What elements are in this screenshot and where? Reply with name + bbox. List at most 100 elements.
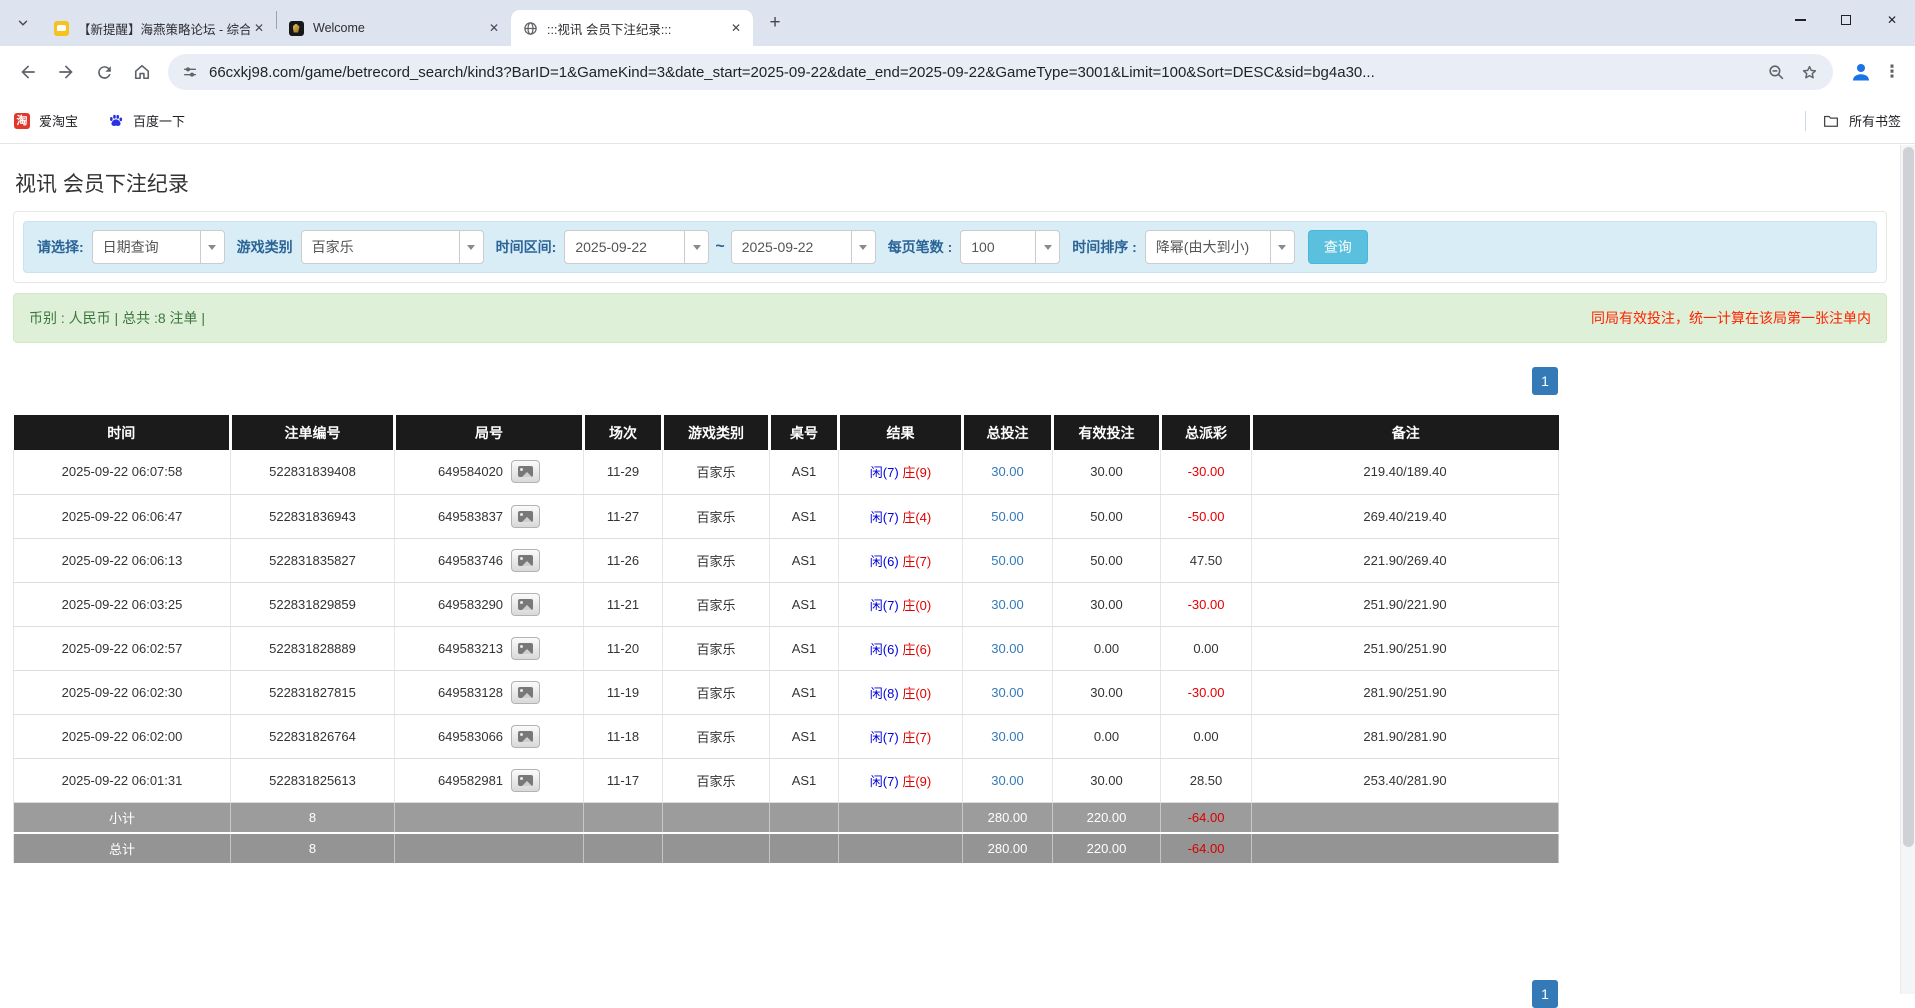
globe-icon bbox=[522, 20, 538, 36]
column-header: 桌号 bbox=[770, 415, 839, 450]
table-header-row: 时间注单编号局号场次游戏类别桌号结果总投注有效投注总派彩备注 bbox=[14, 415, 1559, 450]
scrollbar-thumb[interactable] bbox=[1903, 147, 1914, 847]
cell-game: 百家乐 bbox=[663, 758, 770, 802]
profile-button[interactable] bbox=[1843, 54, 1879, 90]
footer-label: 总计 bbox=[14, 833, 231, 864]
bookmark-star-icon[interactable] bbox=[1800, 63, 1819, 82]
per-page-select[interactable]: 100 bbox=[960, 230, 1060, 264]
cell-session: 11-20 bbox=[584, 626, 663, 670]
cell-round: 649583290 bbox=[395, 582, 584, 626]
cell-total-bet[interactable]: 30.00 bbox=[963, 450, 1053, 494]
scrollbar-track[interactable] bbox=[1900, 145, 1915, 994]
query-button[interactable]: 查询 bbox=[1308, 230, 1368, 264]
cell-total-bet[interactable]: 30.00 bbox=[963, 758, 1053, 802]
cell-round: 649584020 bbox=[395, 450, 584, 494]
back-icon bbox=[18, 62, 38, 82]
reload-button[interactable] bbox=[86, 54, 122, 90]
cell-round: 649583128 bbox=[395, 670, 584, 714]
round-image-button[interactable] bbox=[511, 460, 540, 483]
zoom-icon[interactable] bbox=[1767, 63, 1786, 82]
forward-button[interactable] bbox=[48, 54, 84, 90]
all-bookmarks-button[interactable]: 所有书签 bbox=[1805, 111, 1901, 131]
cell-bet-id: 522831827815 bbox=[231, 670, 395, 714]
cell-total-bet[interactable]: 50.00 bbox=[963, 494, 1053, 538]
close-icon[interactable]: ✕ bbox=[727, 19, 745, 37]
page-title: 视讯 会员下注纪录 bbox=[13, 144, 1887, 211]
tab-title: 【新提醒】海燕策略论坛 - 综合 bbox=[78, 19, 250, 38]
round-image-button[interactable] bbox=[511, 769, 540, 792]
tab-forum[interactable]: 【新提醒】海燕策略论坛 - 综合 ✕ bbox=[42, 10, 276, 46]
game-category-select[interactable]: 百家乐 bbox=[301, 230, 484, 264]
round-image-button[interactable] bbox=[511, 725, 540, 748]
cell-total-bet[interactable]: 30.00 bbox=[963, 714, 1053, 758]
bookmarks-bar: 淘 爱淘宝 百度一下 所有书签 bbox=[0, 98, 1915, 144]
menu-button[interactable]: ⋮ bbox=[1879, 54, 1905, 90]
footer-empty-cell bbox=[839, 833, 963, 864]
cell-result: 闲(6) 庄(7) bbox=[839, 538, 963, 582]
round-image-button[interactable] bbox=[511, 637, 540, 660]
back-button[interactable] bbox=[10, 54, 46, 90]
image-icon bbox=[518, 555, 533, 566]
minimize-button[interactable] bbox=[1777, 0, 1823, 40]
page-1-button[interactable]: 1 bbox=[1532, 367, 1558, 395]
tab-strip: 【新提醒】海燕策略论坛 - 综合 ✕ Welcome ✕ :::视讯 会员下注纪… bbox=[0, 0, 1915, 46]
cell-result: 闲(7) 庄(9) bbox=[839, 450, 963, 494]
sort-value: 降幂(由大到小) bbox=[1146, 231, 1270, 263]
footer-empty-cell bbox=[663, 833, 770, 864]
page-1-button-bottom[interactable]: 1 bbox=[1532, 980, 1558, 1008]
date-range-label: 时间区间: bbox=[496, 237, 557, 257]
footer-empty-cell bbox=[839, 802, 963, 833]
close-icon[interactable]: ✕ bbox=[485, 19, 503, 37]
url-bar[interactable]: 66cxkj98.com/game/betrecord_search/kind3… bbox=[168, 54, 1833, 90]
result-player: 闲(7) bbox=[870, 598, 899, 613]
cell-bet-id: 522831825613 bbox=[231, 758, 395, 802]
cell-round: 649583746 bbox=[395, 538, 584, 582]
dropdown-arrow-icon bbox=[459, 231, 483, 263]
cell-round: 649583066 bbox=[395, 714, 584, 758]
cell-game: 百家乐 bbox=[663, 670, 770, 714]
site-info-icon[interactable] bbox=[182, 64, 198, 80]
close-icon[interactable]: ✕ bbox=[250, 19, 268, 37]
cell-result: 闲(8) 庄(0) bbox=[839, 670, 963, 714]
close-window-button[interactable]: ✕ bbox=[1869, 0, 1915, 40]
bet-record-table: 时间注单编号局号场次游戏类别桌号结果总投注有效投注总派彩备注 2025-09-2… bbox=[13, 415, 1559, 865]
cell-total-bet[interactable]: 50.00 bbox=[963, 538, 1053, 582]
column-header: 备注 bbox=[1252, 415, 1559, 450]
reload-icon bbox=[95, 63, 114, 82]
forum-favicon-icon bbox=[53, 20, 69, 36]
tab-welcome[interactable]: Welcome ✕ bbox=[277, 10, 511, 46]
tab-bet-record-active[interactable]: :::视讯 会员下注纪录::: ✕ bbox=[511, 10, 753, 46]
bookmark-taobao[interactable]: 淘 爱淘宝 bbox=[14, 111, 78, 130]
round-wrap: 649583837 bbox=[395, 505, 583, 528]
bookmark-baidu[interactable]: 百度一下 bbox=[108, 111, 185, 130]
round-image-button[interactable] bbox=[511, 505, 540, 528]
new-tab-button[interactable]: + bbox=[760, 8, 790, 38]
round-wrap: 649583290 bbox=[395, 593, 583, 616]
sort-select[interactable]: 降幂(由大到小) bbox=[1145, 230, 1295, 264]
round-image-button[interactable] bbox=[511, 593, 540, 616]
date-end-select[interactable]: 2025-09-22 bbox=[731, 230, 876, 264]
round-id: 649583066 bbox=[438, 729, 503, 744]
cell-payout: -50.00 bbox=[1161, 494, 1252, 538]
result-player: 闲(8) bbox=[870, 686, 899, 701]
round-image-button[interactable] bbox=[511, 549, 540, 572]
maximize-button[interactable] bbox=[1823, 0, 1869, 40]
result-banker: 庄(7) bbox=[902, 730, 931, 745]
dropdown-arrow-icon bbox=[851, 231, 875, 263]
game-category-value: 百家乐 bbox=[302, 231, 459, 263]
cell-valid-bet: 0.00 bbox=[1053, 714, 1161, 758]
tab-search-button[interactable] bbox=[8, 8, 38, 38]
valid-bet-notice: 同局有效投注，统一计算在该局第一张注单内 bbox=[1591, 308, 1871, 328]
cell-table-no: AS1 bbox=[770, 538, 839, 582]
round-image-button[interactable] bbox=[511, 681, 540, 704]
url-text[interactable]: 66cxkj98.com/game/betrecord_search/kind3… bbox=[209, 64, 1753, 81]
cell-total-bet[interactable]: 30.00 bbox=[963, 582, 1053, 626]
home-button[interactable] bbox=[124, 54, 160, 90]
cell-total-bet[interactable]: 30.00 bbox=[963, 670, 1053, 714]
baidu-paw-icon bbox=[108, 113, 124, 129]
cell-time: 2025-09-22 06:06:47 bbox=[14, 494, 231, 538]
dropdown-arrow-icon bbox=[200, 231, 224, 263]
date-start-select[interactable]: 2025-09-22 bbox=[564, 230, 709, 264]
query-type-select[interactable]: 日期查询 bbox=[92, 230, 225, 264]
cell-total-bet[interactable]: 30.00 bbox=[963, 626, 1053, 670]
